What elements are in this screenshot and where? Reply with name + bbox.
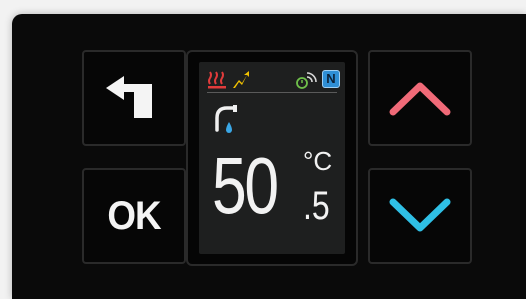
heating-icon [208, 71, 226, 89]
temperature-unit: °C [303, 146, 333, 176]
mode-badge: N [322, 70, 340, 88]
temperature-decimal: .5 [303, 184, 330, 228]
ok-label: OK [107, 193, 161, 238]
back-button[interactable] [82, 50, 186, 146]
temperature-value: 50 [212, 141, 279, 230]
timer-wireless-icon [296, 72, 317, 89]
chevron-down-icon [389, 198, 451, 232]
chevron-up-icon [389, 82, 451, 116]
shower-tap-icon [215, 105, 237, 133]
back-arrow-icon [106, 76, 152, 118]
status-divider [207, 92, 337, 93]
boost-icon [233, 71, 249, 88]
up-button[interactable] [368, 50, 472, 146]
status-bar: N [199, 62, 345, 92]
control-panel: OK N 50 °C .5 [12, 14, 526, 299]
down-button[interactable] [368, 168, 472, 264]
display-frame: N 50 °C .5 [186, 50, 358, 266]
display-screen: N 50 °C .5 [199, 62, 345, 254]
ok-button[interactable]: OK [82, 168, 186, 264]
